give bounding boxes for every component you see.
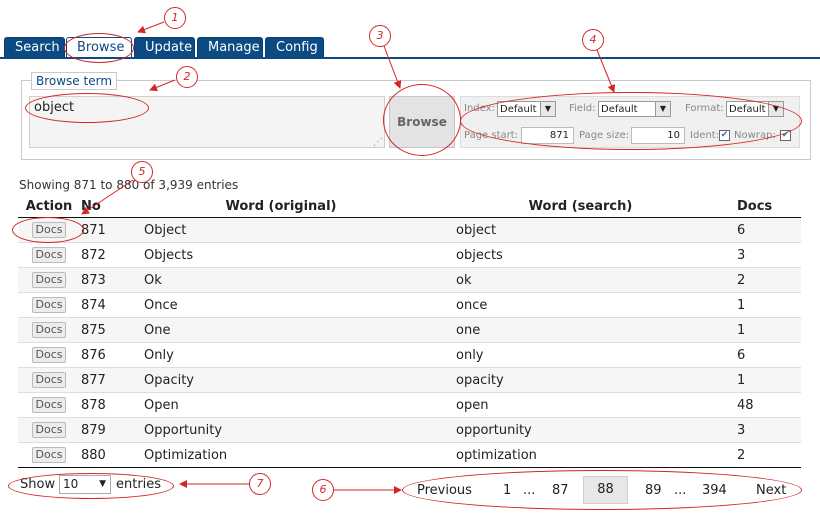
highlight-pagination: [402, 470, 802, 510]
cell-no: 878: [80, 392, 128, 418]
table-row: Docs 872 Objects objects 3: [18, 242, 801, 268]
cell-word-original: Once: [128, 292, 434, 318]
callout-1: 1: [164, 7, 186, 29]
cell-no: 874: [80, 292, 128, 318]
docs-button[interactable]: Docs: [32, 247, 66, 263]
tab-search[interactable]: Search: [4, 37, 65, 58]
cell-word-search: only: [434, 342, 727, 368]
cell-no: 880: [80, 442, 128, 468]
entries-info: Showing 871 to 880 of 3,939 entries: [19, 178, 239, 192]
cell-word-original: Only: [128, 342, 434, 368]
column-header-word-search[interactable]: Word (search): [434, 195, 727, 218]
table-body: Docs 871 Object object 6 Docs 872 Objects object…: [18, 217, 801, 468]
cell-no: 876: [80, 342, 128, 368]
highlight-browse-button: [383, 84, 461, 156]
action-cell: Docs: [18, 242, 80, 268]
tab-update[interactable]: Update: [134, 37, 195, 58]
cell-docs: 1: [727, 317, 801, 343]
cell-docs: 1: [727, 367, 801, 393]
action-cell: Docs: [18, 292, 80, 318]
cell-word-original: Ok: [128, 267, 434, 293]
table-row: Docs 875 One one 1: [18, 317, 801, 343]
cell-word-search: opacity: [434, 367, 727, 393]
docs-button[interactable]: Docs: [32, 397, 66, 413]
cell-word-original: Object: [128, 217, 434, 243]
action-cell: Docs: [18, 267, 80, 293]
callout-4: 4: [582, 29, 604, 51]
cell-no: 875: [80, 317, 128, 343]
callout-3: 3: [369, 25, 391, 47]
action-cell: Docs: [18, 317, 80, 343]
docs-button[interactable]: Docs: [32, 272, 66, 288]
action-cell: Docs: [18, 417, 80, 443]
highlight-show-entries: [8, 473, 174, 499]
cell-no: 871: [80, 217, 128, 243]
cell-docs: 1: [727, 292, 801, 318]
cell-docs: 2: [727, 267, 801, 293]
cell-docs: 6: [727, 342, 801, 368]
table-row: Docs 880 Optimization optimization 2: [18, 442, 801, 468]
results-table: Action No Word (original) Word (search) …: [18, 195, 801, 468]
table-header-row: Action No Word (original) Word (search) …: [18, 195, 801, 218]
docs-button[interactable]: Docs: [32, 322, 66, 338]
tab-config[interactable]: Config: [265, 37, 324, 58]
table-row: Docs 874 Once once 1: [18, 292, 801, 318]
browse-term-legend: Browse term: [31, 72, 118, 90]
action-cell: Docs: [18, 342, 80, 368]
action-cell: Docs: [18, 392, 80, 418]
cell-no: 872: [80, 242, 128, 268]
arrow-1: [137, 21, 165, 34]
highlight-options: [460, 92, 802, 150]
table-row: Docs 873 Ok ok 2: [18, 267, 801, 293]
table-row: Docs 879 Opportunity opportunity 3: [18, 417, 801, 443]
highlight-term-input: [25, 93, 149, 123]
column-header-word-original[interactable]: Word (original): [128, 195, 434, 218]
cell-docs: 3: [727, 242, 801, 268]
cell-word-original: One: [128, 317, 434, 343]
cell-word-search: optimization: [434, 442, 727, 468]
cell-word-original: Open: [128, 392, 434, 418]
cell-docs: 6: [727, 217, 801, 243]
column-header-no[interactable]: No: [80, 195, 128, 218]
tab-manage[interactable]: Manage: [197, 37, 263, 58]
cell-docs: 2: [727, 442, 801, 468]
cell-word-search: once: [434, 292, 727, 318]
cell-docs: 3: [727, 417, 801, 443]
table-row: Docs 876 Only only 6: [18, 342, 801, 368]
callout-5: 5: [131, 161, 153, 183]
table-row: Docs 877 Opacity opacity 1: [18, 367, 801, 393]
cell-word-search: opportunity: [434, 417, 727, 443]
cell-word-original: Opacity: [128, 367, 434, 393]
cell-no: 873: [80, 267, 128, 293]
cell-word-search: one: [434, 317, 727, 343]
cell-word-search: objects: [434, 242, 727, 268]
cell-word-search: object: [434, 217, 727, 243]
docs-button[interactable]: Docs: [32, 372, 66, 388]
column-header-docs[interactable]: Docs: [727, 195, 801, 218]
callout-6: 6: [312, 479, 334, 501]
cell-docs: 48: [727, 392, 801, 418]
callout-2: 2: [176, 66, 198, 88]
cell-word-search: open: [434, 392, 727, 418]
highlight-browse-tab: [64, 33, 134, 63]
table-row: Docs 878 Open open 48: [18, 392, 801, 418]
cell-no: 877: [80, 367, 128, 393]
docs-button[interactable]: Docs: [32, 447, 66, 463]
docs-button[interactable]: Docs: [32, 422, 66, 438]
action-cell: Docs: [18, 442, 80, 468]
docs-button[interactable]: Docs: [32, 297, 66, 313]
action-cell: Docs: [18, 367, 80, 393]
cell-word-original: Opportunity: [128, 417, 434, 443]
cell-word-original: Optimization: [128, 442, 434, 468]
callout-7: 7: [249, 473, 271, 495]
table-row: Docs 871 Object object 6: [18, 217, 801, 243]
cell-word-search: ok: [434, 267, 727, 293]
highlight-docs-button: [12, 217, 84, 243]
column-header-action[interactable]: Action: [18, 195, 80, 218]
cell-no: 879: [80, 417, 128, 443]
cell-word-original: Objects: [128, 242, 434, 268]
docs-button[interactable]: Docs: [32, 347, 66, 363]
resize-grip-icon[interactable]: ⋰: [373, 137, 383, 148]
